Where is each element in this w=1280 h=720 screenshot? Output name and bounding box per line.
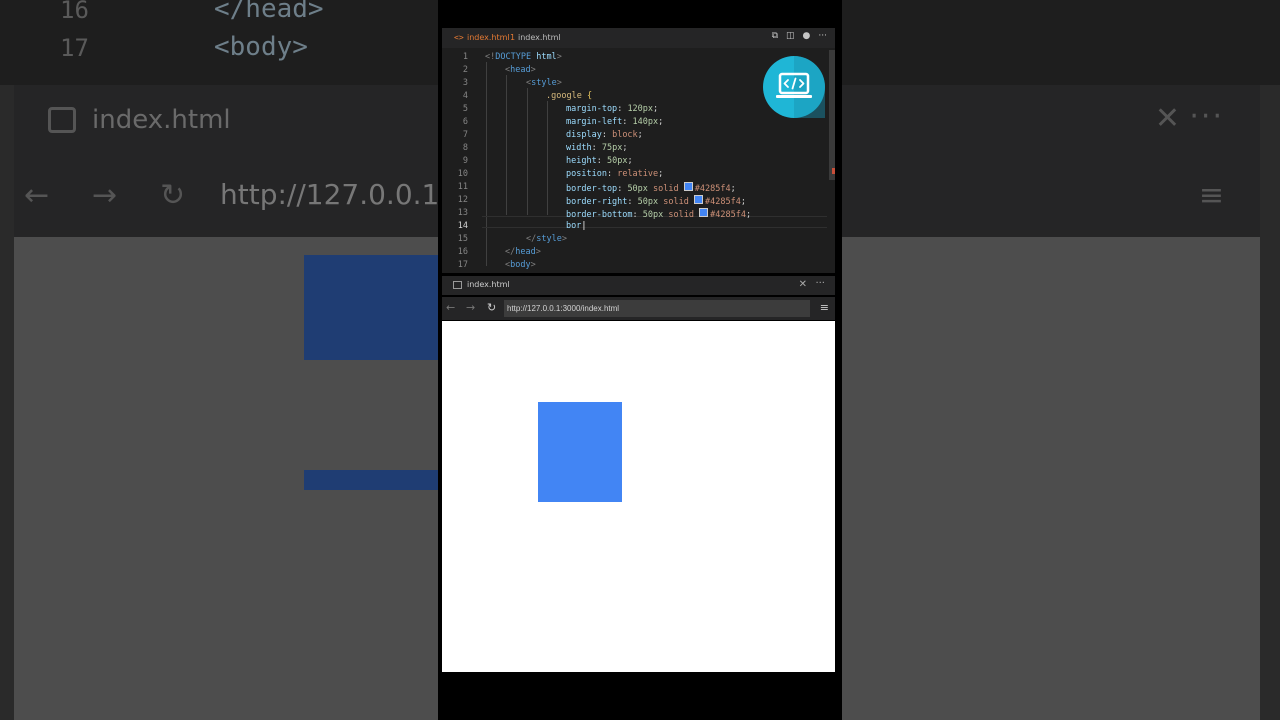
laptop-code-icon — [776, 56, 825, 118]
preview-tab-title[interactable]: index.html — [467, 280, 510, 289]
background-code-line: <body> — [214, 32, 308, 62]
indent-guide — [486, 62, 487, 266]
url-input[interactable] — [504, 300, 810, 317]
background-line-number: 16 — [60, 0, 89, 24]
color-swatch[interactable] — [699, 208, 709, 217]
more-actions-icon[interactable]: ··· — [818, 31, 827, 41]
background-back-icon: ← — [24, 178, 50, 213]
reload-icon[interactable]: ↻ — [487, 301, 496, 314]
background-close-icon: ✕ — [1154, 101, 1180, 136]
preview-url-bar: ← → ↻ ≡ — [442, 297, 835, 320]
preview-tab-bar: index.html ✕ ··· — [442, 276, 835, 295]
background-blue-block — [304, 470, 440, 490]
browser-preview-icon — [453, 281, 462, 289]
close-icon[interactable]: ✕ — [799, 279, 807, 290]
menu-icon[interactable]: ≡ — [820, 301, 829, 314]
google-shape — [538, 402, 622, 502]
editor-scrollbar[interactable] — [829, 50, 835, 180]
background-browser-icon — [48, 107, 76, 133]
background-more-icon: ··· — [1189, 99, 1224, 134]
editor-tab-index-html[interactable]: index.html — [467, 33, 510, 42]
background-menu-icon: ≡ — [1198, 178, 1224, 213]
unsaved-dot-icon[interactable]: ● — [803, 31, 811, 41]
background-code-line: </head> — [214, 0, 324, 24]
background-forward-icon: → — [92, 178, 118, 213]
channel-logo — [763, 56, 825, 118]
color-swatch[interactable] — [683, 182, 693, 191]
indent-guide — [527, 88, 528, 215]
split-editor-icon[interactable]: ◫ — [786, 31, 795, 41]
scrollbar-error-marker — [832, 168, 835, 174]
editor-tab-bar: <> index.html 1 index.html ⧉ ◫ ● ··· — [442, 28, 835, 48]
indent-guide — [506, 75, 507, 215]
html-file-icon: <> — [454, 33, 464, 42]
problem-count-badge: 1 — [510, 33, 516, 42]
open-preview-icon[interactable]: ⧉ — [772, 31, 778, 41]
editor-actions: ⧉ ◫ ● ··· — [772, 31, 827, 41]
background-blue-block — [304, 255, 440, 360]
background-tab-title: index.html — [92, 105, 231, 135]
breadcrumb[interactable]: index.html — [518, 33, 561, 42]
back-icon[interactable]: ← — [446, 301, 455, 314]
preview-page — [442, 321, 835, 672]
code-editor[interactable]: <> index.html 1 index.html ⧉ ◫ ● ··· 1 <… — [442, 28, 835, 273]
forward-icon[interactable]: → — [466, 301, 475, 314]
background-reload-icon: ↻ — [160, 178, 186, 213]
color-swatch[interactable] — [694, 195, 703, 204]
indent-guide — [547, 101, 548, 215]
more-icon[interactable]: ··· — [815, 278, 825, 289]
background-line-number: 17 — [60, 34, 89, 62]
